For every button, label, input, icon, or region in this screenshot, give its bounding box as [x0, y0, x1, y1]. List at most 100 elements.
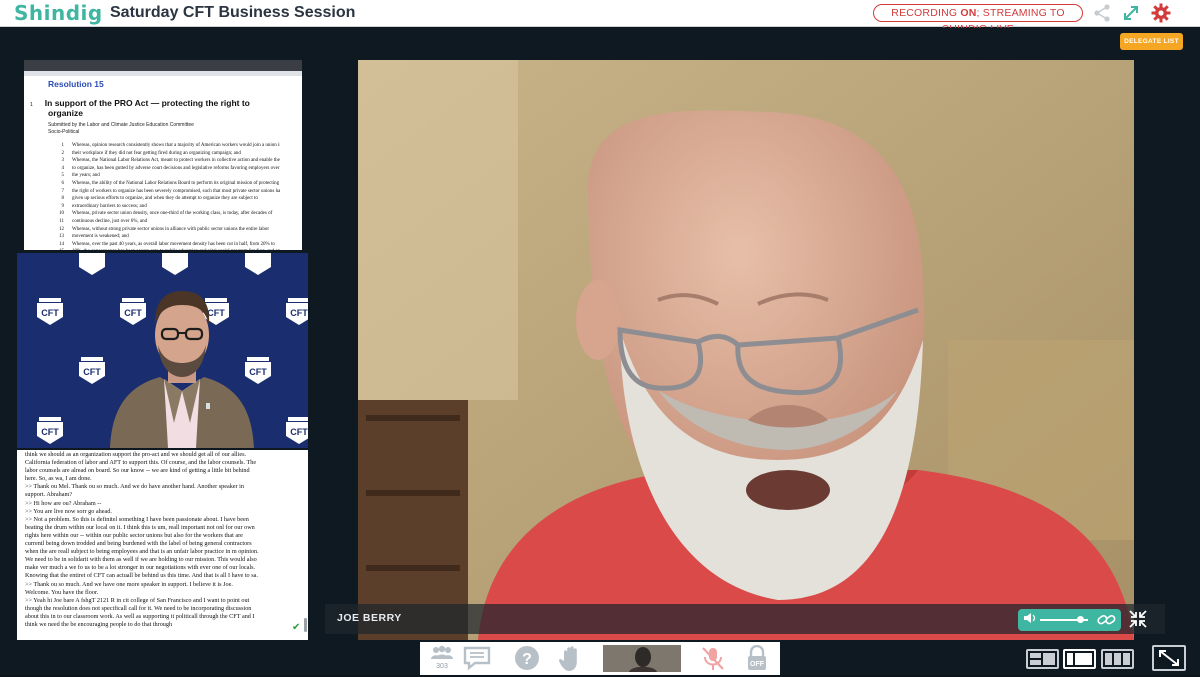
question-icon[interactable]: ? — [512, 645, 542, 672]
recording-status-badge[interactable]: RECORDING ON; STREAMING TO SHINDIG LIVE — [873, 4, 1083, 35]
resolution-line: 10 Whereas, private sector union density,… — [48, 210, 280, 218]
line-text: continuous decline, just over 6%, and — [72, 218, 148, 224]
participant-toolbar: 303 ? OFF — [420, 642, 780, 675]
main-speaker-scene — [358, 60, 1134, 640]
resolution-line: 1 Whereas, opinion research consistently … — [48, 142, 281, 150]
line-number: 11 — [59, 218, 64, 224]
resolution-line: 11 continuous decline, just over 6%, and — [48, 218, 280, 226]
line-number: 15 — [48, 248, 64, 250]
line-text: extraordinary barriers to success; and — [72, 203, 147, 209]
event-title: Saturday CFT Business Session — [110, 4, 356, 21]
speaker-name: JOE BERRY — [337, 612, 402, 624]
transcript-line: Welcome. You have the floor. — [25, 588, 99, 596]
fullscreen-icon[interactable] — [1121, 3, 1141, 23]
line-number: 14 — [59, 241, 64, 247]
resolution-line: 12 Whereas, without strong private sector… — [48, 226, 280, 234]
resolution-title-text: In support of the PRO Act — protecting t… — [44, 98, 250, 118]
transcript-scrollbar[interactable] — [304, 618, 307, 632]
resolution-line: 14 Whereas, over the past 40 years, as ov… — [48, 241, 280, 249]
resolution-line: 7 the right of workers to organize has be… — [48, 188, 281, 196]
volume-slider-handle[interactable] — [1077, 616, 1085, 623]
line-number: 2 — [61, 150, 65, 156]
line-text: Whereas, opinion research consistently s… — [72, 143, 280, 148]
cft-logo-text: CFT — [41, 427, 59, 437]
transcript-line: >> You are live now sorr go ahead. — [25, 507, 112, 515]
line-text: Whereas, over the past 40 years, as over… — [72, 241, 275, 247]
line-number: 8 — [61, 196, 65, 202]
resolution-line: 15 10%, the consequence has been severe c… — [48, 248, 280, 250]
line-number: 1 — [61, 143, 65, 148]
lock-button[interactable]: OFF — [742, 644, 772, 672]
volume-control[interactable] — [1018, 609, 1121, 631]
main-speaker-video[interactable] — [358, 60, 1134, 640]
line-text: to organize, has been gutted by adverse … — [72, 165, 280, 171]
self-view-person — [603, 645, 681, 672]
transcript-line: here. So, as wa, I am done. — [25, 475, 92, 483]
transcript-line: >> Thank ou so much. And we have one mor… — [25, 580, 233, 588]
cft-logo-text: CFT — [41, 308, 59, 318]
line-number: 7 — [61, 188, 65, 194]
line-text: movement is weakened; and — [72, 234, 129, 240]
self-view-camera[interactable] — [603, 645, 681, 672]
layout-spotlight-button[interactable] — [1063, 649, 1096, 669]
share-icon[interactable] — [1092, 3, 1112, 23]
speaker-person — [110, 291, 254, 448]
speaker-volume-icon[interactable] — [1023, 612, 1037, 624]
raise-hand-icon[interactable] — [556, 645, 586, 672]
gear-icon[interactable] — [1151, 3, 1171, 23]
transcript-line: >> Not a problem. So this is definitel s… — [25, 515, 249, 523]
collapse-icon[interactable] — [1128, 609, 1148, 629]
line-number: 3 — [61, 158, 65, 164]
line-text: the years; and — [72, 173, 100, 179]
speaker-video-tile[interactable]: CFT CFT CFT CFT CFT CFT CFT CFT — [17, 253, 308, 448]
layout-grid-button[interactable] — [1026, 649, 1059, 669]
transcript-line: beating the drum within our local on it.… — [25, 523, 255, 531]
caption-transcript[interactable]: think we should as an organization suppo… — [17, 450, 308, 640]
transcript-line: think we should as an organization suppo… — [25, 451, 247, 458]
transcript-line: think we need the be encouraging people … — [25, 620, 173, 628]
bottom-bar: 303 ? OFF — [0, 641, 1200, 675]
line-number: 9 — [61, 203, 65, 209]
link-icon[interactable] — [1096, 611, 1118, 629]
line-text: their workplace if they did not fear get… — [72, 150, 241, 156]
transcript-line: We need to be in solidarit with them as … — [25, 556, 257, 564]
people-icon — [431, 645, 453, 659]
lock-status-label: OFF — [750, 661, 764, 668]
resolution-submitter: Submitted by the Labor and Climate Justi… — [48, 122, 194, 128]
recording-prefix: RECORDING — [891, 7, 961, 19]
layout-columns-button[interactable] — [1101, 649, 1134, 669]
transcript-line: >> Hi how are ou? Abraham -- — [25, 499, 102, 507]
resolution-number: Resolution 15 — [48, 79, 104, 89]
transcript-line: rights here within our -- within our pub… — [25, 531, 243, 539]
transcript-line: make ver much a we fo us to be a lot str… — [25, 564, 256, 572]
line-text: Whereas, without strong private sector u… — [72, 226, 270, 232]
delegate-list-button[interactable]: DELEGATE LIST — [1120, 33, 1183, 50]
attendees-button[interactable]: 303 — [427, 645, 457, 672]
shared-document[interactable]: Resolution 15 1 In support of the PRO Act… — [24, 60, 302, 250]
chat-icon[interactable] — [462, 645, 492, 672]
resolution-line: 3 Whereas, the National Labor Relations A… — [48, 157, 281, 165]
resolution-line: 9 extraordinary barriers to success; and — [48, 203, 280, 211]
line-text: Whereas, the National Labor Relations Ac… — [72, 158, 280, 164]
line-number: 10 — [59, 211, 64, 217]
line-text: 10%, the consequence has been severe cut… — [72, 249, 280, 250]
transcript-line: support. Abraham? — [25, 491, 73, 499]
attendee-count: 303 — [436, 663, 448, 670]
transcript-line: >> Thank ou Mel. Thank ou so much. And w… — [25, 483, 244, 491]
transcript-line: Knowing that the entiret of CFT can actu… — [25, 572, 258, 580]
shindig-logo[interactable]: Shindig — [14, 1, 103, 25]
cft-logo-text: CFT — [83, 367, 101, 377]
line-text: given up serious efforts to organize, an… — [72, 196, 258, 202]
svg-text:?: ? — [522, 651, 532, 668]
cft-logo-text: CFT — [290, 427, 308, 437]
columns-layout-icon — [1105, 653, 1130, 665]
check-icon[interactable]: ✔ — [292, 623, 302, 633]
spotlight-layout-icon — [1067, 653, 1092, 665]
resolution-title-marker: 1 — [30, 102, 33, 108]
microphone-muted-icon[interactable] — [698, 645, 728, 672]
transcript-line: about this in to our classroom work. As … — [25, 612, 255, 620]
resolution-line: 6 Whereas, the ability of the National La… — [48, 180, 280, 188]
resolution-line: 13 movement is weakened; and — [48, 233, 280, 241]
expand-view-button[interactable] — [1152, 645, 1186, 671]
top-bar: Shindig Saturday CFT Business Session RE… — [0, 0, 1200, 35]
